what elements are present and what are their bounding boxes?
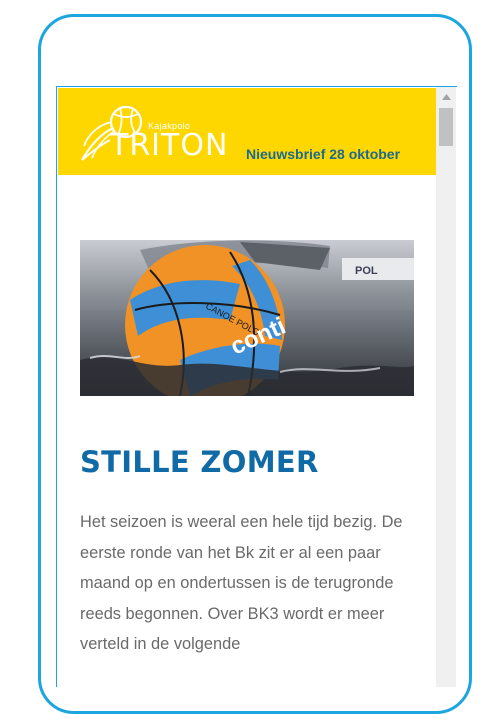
article-body: Het seizoen is weeral een hele tijd bezi… bbox=[80, 513, 403, 653]
background-sign-text: POL bbox=[355, 265, 378, 277]
logo-title: TRITON bbox=[110, 128, 229, 163]
newsletter-content: Kajakpolo TRITON Nieuwsbrief 28 oktober bbox=[57, 87, 436, 687]
hero-image: POL CANOE POLO conti bbox=[80, 240, 414, 396]
water-polo-ball-photo: POL CANOE POLO conti bbox=[80, 240, 414, 396]
newsletter-header: Kajakpolo TRITON Nieuwsbrief 28 oktober bbox=[58, 88, 436, 175]
vertical-scrollbar[interactable] bbox=[436, 87, 456, 687]
issue-title: Nieuwsbrief 28 oktober bbox=[246, 146, 401, 162]
scrollbar-thumb[interactable] bbox=[439, 108, 453, 146]
triangle-up-icon bbox=[441, 94, 451, 100]
scroll-up-button[interactable] bbox=[436, 87, 456, 107]
article-headline: STILLE ZOMER bbox=[80, 445, 319, 479]
email-viewport[interactable]: Kajakpolo TRITON Nieuwsbrief 28 oktober bbox=[56, 86, 457, 687]
